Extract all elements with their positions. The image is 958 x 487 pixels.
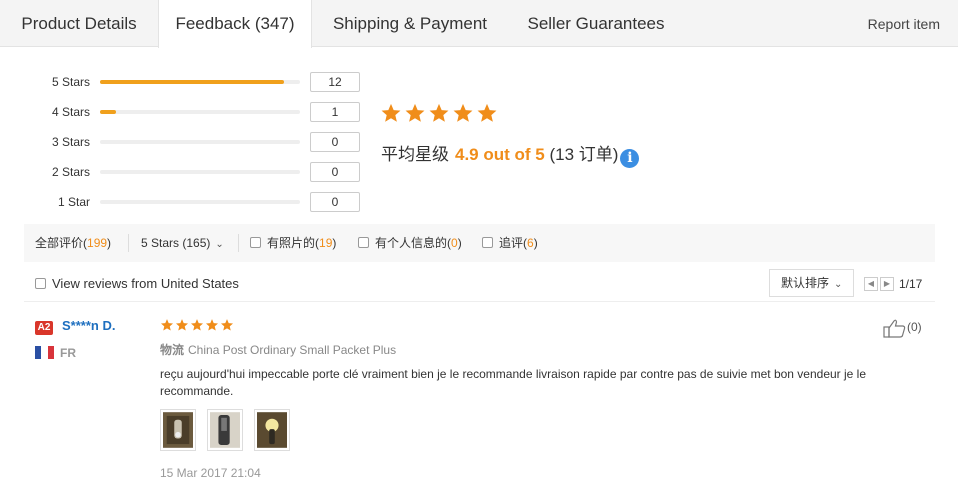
filter-photo-count-close: )	[332, 236, 337, 250]
histogram-track	[100, 110, 300, 114]
star-icon	[429, 103, 449, 122]
histogram-count: 0	[310, 192, 360, 212]
reviewer-name[interactable]: S****n D.	[62, 318, 115, 333]
star-icon	[381, 103, 401, 122]
sort-label: 默认排序	[781, 276, 830, 290]
checkbox[interactable]	[358, 237, 369, 248]
filter-divider	[128, 234, 129, 252]
checkbox[interactable]	[482, 237, 493, 248]
filter-followup-label: 追评	[499, 236, 524, 250]
histogram-count: 12	[310, 72, 360, 92]
star-filter-dropdown[interactable]: 5 Stars (165) ⌄	[141, 224, 224, 264]
order-count: (13 订单)	[549, 145, 619, 164]
next-page-button[interactable]: ▶	[880, 277, 894, 291]
review-text: reçu aujourd'hui impeccable porte clé vr…	[160, 367, 867, 398]
histogram-track	[100, 200, 300, 204]
keychain-photo-icon	[257, 412, 287, 448]
reviewer-country: FR	[60, 346, 76, 360]
tab-seller-guarantees[interactable]: Seller Guarantees	[508, 0, 684, 47]
average-score: 4.9 out of 5	[455, 145, 545, 164]
logistics-label: 物流	[160, 343, 185, 357]
star-icon	[220, 319, 234, 331]
histogram-row-1[interactable]: 1 Star 0	[0, 192, 360, 212]
filter-personal-count-close: )	[457, 236, 462, 250]
thumbs-up-icon	[883, 319, 906, 338]
keychain-photo-icon	[210, 412, 240, 448]
tab-feedback[interactable]: Feedback (347)	[158, 0, 312, 48]
histogram-fill	[100, 80, 284, 84]
histogram-count: 1	[310, 102, 360, 122]
star-icon	[405, 103, 425, 122]
review-photo[interactable]	[160, 409, 196, 451]
star-filter-label: 5 Stars (165)	[141, 236, 211, 250]
filter-with-photos[interactable]: 有照片的(19)	[250, 224, 336, 262]
tab-bar: Product Details Feedback (347) Shipping …	[0, 0, 958, 48]
checkbox[interactable]	[250, 237, 261, 248]
histogram-label: 2 Stars	[51, 165, 90, 179]
sort-dropdown[interactable]: 默认排序 ⌄	[769, 269, 854, 297]
histogram-label: 4 Stars	[51, 105, 90, 119]
histogram-track	[100, 80, 300, 84]
filter-all-reviews[interactable]: 全部评价(199)	[35, 224, 111, 262]
page-indicator: 1/17	[899, 277, 923, 291]
info-icon[interactable]: i	[620, 149, 640, 168]
logistics-info: 物流 China Post Ordinary Small Packet Plus	[160, 341, 396, 358]
histogram-row-3[interactable]: 3 Stars 0	[0, 132, 360, 152]
filter-followup-count-close: )	[533, 236, 538, 250]
chevron-down-icon: ⌄	[215, 239, 224, 250]
star-icon	[190, 319, 204, 331]
star-icon	[205, 319, 219, 331]
histogram-fill	[100, 110, 116, 114]
histogram-count: 0	[310, 132, 360, 152]
filter-followup-count: 6	[527, 236, 534, 250]
histogram-label: 1 Star	[57, 195, 90, 209]
review-filter-bar: 全部评价(199) 5 Stars (165) ⌄ 有照片的(19) 有个人信息的…	[24, 224, 935, 262]
view-from-country[interactable]: View reviews from United States	[35, 268, 239, 300]
chevron-down-icon: ⌄	[834, 279, 843, 290]
histogram-row-5[interactable]: 5 Stars 12	[0, 72, 360, 92]
filter-all-label: 全部评价	[35, 236, 84, 250]
histogram-track	[100, 170, 300, 174]
buyer-level-badge: A2	[35, 321, 53, 335]
report-item-link[interactable]: Report item	[868, 0, 940, 48]
prev-page-button[interactable]: ◀	[864, 277, 878, 291]
star-icon	[160, 319, 174, 331]
logistics-value: China Post Ordinary Small Packet Plus	[188, 343, 397, 357]
histogram-count: 0	[310, 162, 360, 182]
filter-photo-count: 19	[319, 236, 333, 250]
keychain-photo-icon	[163, 412, 193, 448]
star-icon	[175, 319, 189, 331]
like-count: (0)	[907, 320, 922, 335]
review-photo[interactable]	[207, 409, 243, 451]
filter-followup[interactable]: 追评(6)	[482, 224, 538, 262]
average-rating-stars	[380, 102, 500, 128]
tab-product-details[interactable]: Product Details	[0, 0, 158, 47]
average-rating: 平均星级 4.9 out of 5 (13 订单) i	[381, 140, 640, 168]
filter-personal-count: 0	[451, 236, 458, 250]
star-icon	[477, 103, 497, 122]
review-photo[interactable]	[254, 409, 290, 451]
histogram-label: 3 Stars	[51, 135, 90, 149]
like-button[interactable]: (0)	[883, 318, 922, 338]
review-date: 15 Mar 2017 21:04	[160, 466, 261, 480]
star-icon	[453, 103, 473, 122]
filter-all-count-close: )	[107, 236, 112, 250]
checkbox[interactable]	[35, 278, 46, 289]
france-flag-icon	[35, 346, 54, 359]
histogram-row-2[interactable]: 2 Stars 0	[0, 162, 360, 182]
review-rating-stars	[160, 318, 235, 334]
view-from-label: View reviews from United States	[52, 276, 239, 291]
filter-divider	[238, 234, 239, 252]
filter-all-count: 199	[87, 236, 108, 250]
average-rating-label: 平均星级	[381, 145, 449, 164]
filter-personal-info[interactable]: 有个人信息的(0)	[358, 224, 462, 262]
filter-personal-label: 有个人信息的	[375, 236, 448, 250]
histogram-label: 5 Stars	[51, 75, 90, 89]
filter-photo-label: 有照片的	[267, 236, 316, 250]
histogram-row-4[interactable]: 4 Stars 1	[0, 102, 360, 122]
histogram-track	[100, 140, 300, 144]
review-view-bar: View reviews from United States 默认排序 ⌄ ◀ …	[24, 268, 935, 302]
tab-shipping-payment[interactable]: Shipping & Payment	[312, 0, 508, 47]
